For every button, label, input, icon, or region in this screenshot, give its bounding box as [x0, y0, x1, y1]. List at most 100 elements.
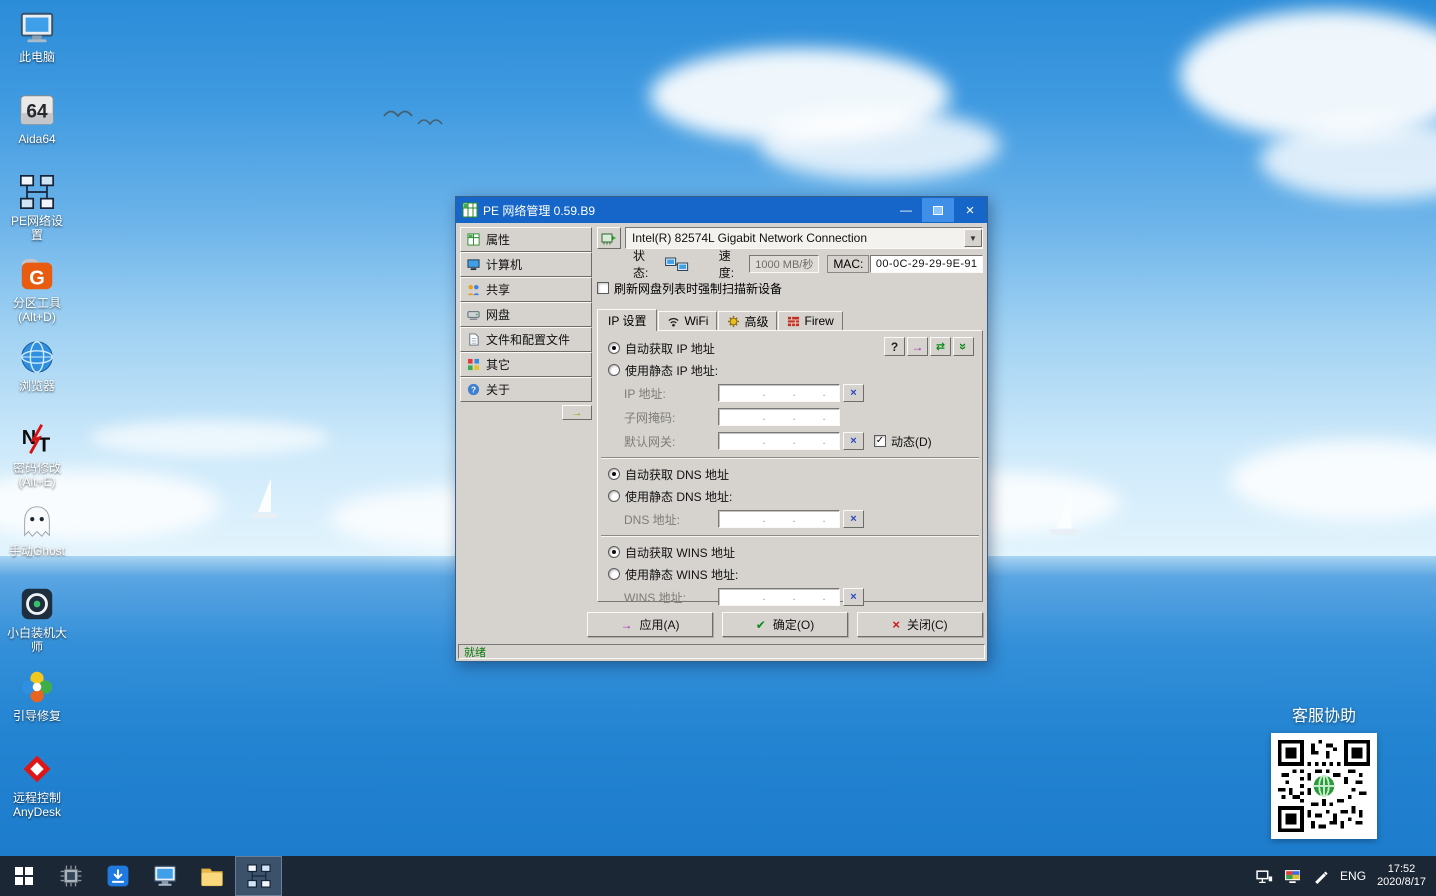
tab-firewall[interactable]: Firew	[778, 311, 842, 330]
subnet-mask-label: 子网掩码:	[598, 409, 718, 426]
desktop-icon-partition-tool[interactable]: 分区工具(Alt+D)	[6, 254, 68, 324]
nt-password-icon	[17, 419, 57, 459]
force-scan-checkbox[interactable]: ✓	[597, 282, 609, 294]
adapter-refresh-button[interactable]	[597, 227, 621, 249]
auto-wins-radio[interactable]	[608, 546, 620, 558]
clear-dns-button[interactable]: ×	[843, 510, 864, 528]
clear-gateway-button[interactable]: ×	[843, 432, 864, 450]
adapter-panel: Intel(R) 82574L Gigabit Network Connecti…	[597, 227, 983, 602]
auto-dns-radio[interactable]	[608, 468, 620, 480]
clear-wins-button[interactable]: ×	[843, 588, 864, 606]
page-toolbar: ? → ⇄ »	[884, 337, 974, 356]
force-scan-label: 刷新网盘列表时强制扫描新设备	[614, 280, 782, 297]
chevron-down-icon[interactable]: ▼	[964, 229, 982, 247]
sidebar-item-label: 计算机	[486, 256, 522, 273]
window-titlebar[interactable]: PE 网络管理 0.59.B9 — ×	[456, 197, 987, 223]
sidebar-item-label: 属性	[486, 231, 510, 248]
sidebar-item-other[interactable]: 其它	[460, 352, 592, 377]
sailboat	[258, 478, 278, 518]
static-wins-radio[interactable]	[608, 568, 620, 580]
desktop-icon-browser[interactable]: 浏览器	[6, 337, 68, 393]
sidebar-item-about[interactable]: 关于	[460, 377, 592, 402]
sidebar-item-label: 共享	[486, 281, 510, 298]
taskbar-app-explorer[interactable]	[188, 856, 235, 896]
taskbar-clock[interactable]: 17:52 2020/8/17	[1377, 863, 1426, 889]
tab-label: Firew	[804, 314, 833, 328]
apply-button[interactable]: → 应用(A)	[587, 612, 713, 637]
close-dialog-button[interactable]: × 关闭(C)	[857, 612, 983, 637]
taskbar-app-network-manager[interactable]	[235, 856, 282, 896]
close-button[interactable]: ×	[954, 198, 986, 222]
document-icon	[467, 333, 480, 346]
desktop-icon-pe-network[interactable]: PE网络设置	[6, 172, 68, 242]
monitor-icon	[467, 258, 480, 271]
wins-address-field[interactable]	[718, 588, 840, 606]
clear-ip-button[interactable]: ×	[843, 384, 864, 402]
apply-button-label: 应用(A)	[640, 616, 680, 633]
sidebar-item-properties[interactable]: 属性	[460, 227, 592, 252]
dynamic-label: 动态(D)	[891, 433, 932, 450]
expand-button[interactable]: »	[953, 337, 974, 356]
tab-advanced[interactable]: 高级	[718, 311, 777, 330]
status-label: 状态:	[633, 247, 660, 281]
separator	[601, 535, 979, 537]
start-button[interactable]	[0, 856, 47, 896]
desktop-icon-ghost[interactable]: 手动Ghost	[6, 502, 68, 558]
static-dns-radio[interactable]	[608, 490, 620, 502]
desktop-icon-this-pc[interactable]: 此电脑	[6, 8, 68, 64]
desktop-icon-password-edit[interactable]: 密码修改(Alt+E)	[6, 419, 68, 489]
nic-icon	[601, 230, 617, 246]
ok-button[interactable]: ✔ 确定(O)	[722, 612, 848, 637]
help-button[interactable]: ?	[884, 337, 905, 356]
taskbar-app-installer[interactable]	[94, 856, 141, 896]
mac-value: 00-0C-29-29-9E-91	[870, 255, 983, 273]
auto-dns-label: 自动获取 DNS 地址	[625, 466, 729, 483]
arrow-icon: →	[621, 618, 633, 632]
tray-network-icon[interactable]	[1256, 868, 1273, 885]
desktop-icon-label: 小白装机大师	[6, 626, 68, 654]
dynamic-checkbox[interactable]: ✓	[874, 435, 886, 447]
computer-icon	[17, 8, 57, 48]
tray-pen-icon[interactable]	[1312, 868, 1329, 885]
adapter-select[interactable]: Intel(R) 82574L Gigabit Network Connecti…	[625, 227, 983, 249]
tab-wifi[interactable]: WiFi	[658, 311, 717, 330]
tray-display-color-icon[interactable]	[1284, 868, 1301, 885]
clock-date: 2020/8/17	[1377, 876, 1426, 889]
sidebar-item-label: 其它	[486, 356, 510, 373]
ip-address-label: IP 地址:	[598, 385, 718, 402]
sidebar-item-netdisk[interactable]: 网盘	[460, 302, 592, 327]
apply-quick-button[interactable]: →	[907, 337, 928, 356]
pe-network-manager-window: PE 网络管理 0.59.B9 — × 属性 计算机 共享 网盘	[455, 196, 988, 662]
language-indicator[interactable]: ENG	[1340, 869, 1366, 883]
auto-ip-radio[interactable]	[608, 342, 620, 354]
adapter-name: Intel(R) 82574L Gigabit Network Connecti…	[632, 231, 867, 245]
ip-address-field[interactable]	[718, 384, 840, 402]
static-ip-label: 使用静态 IP 地址:	[625, 362, 718, 379]
sidebar-item-files-profiles[interactable]: 文件和配置文件	[460, 327, 592, 352]
sidebar-expand-button[interactable]: →	[562, 405, 592, 420]
subnet-mask-field[interactable]	[718, 408, 840, 426]
status-bar: 就绪	[458, 644, 985, 659]
desktop-icon-anydesk[interactable]: 远程控制AnyDesk	[6, 749, 68, 819]
refresh-button[interactable]: ⇄	[930, 337, 951, 356]
dns-address-field[interactable]	[718, 510, 840, 528]
desktop-icon-xiaobai[interactable]: 小白装机大师	[6, 584, 68, 654]
sidebar-item-share[interactable]: 共享	[460, 277, 592, 302]
desktop-icon-aida64[interactable]: Aida64	[6, 90, 68, 146]
sidebar-item-computer[interactable]: 计算机	[460, 252, 592, 277]
minimize-button[interactable]: —	[890, 198, 922, 222]
desktop-icon-label: 远程控制AnyDesk	[6, 791, 68, 819]
taskbar-app-cpu[interactable]	[47, 856, 94, 896]
desktop-icon-boot-repair[interactable]: 引导修复	[6, 667, 68, 723]
network-diagram-icon	[17, 172, 57, 212]
static-dns-label: 使用静态 DNS 地址:	[625, 488, 732, 505]
desktop-icon-label: 分区工具(Alt+D)	[6, 296, 68, 324]
maximize-button[interactable]	[922, 198, 954, 222]
sidebar-item-label: 关于	[486, 381, 510, 398]
tab-ip-settings[interactable]: IP 设置	[597, 309, 657, 331]
gateway-field[interactable]	[718, 432, 840, 450]
windows-logo-icon	[15, 867, 33, 885]
cloud	[760, 110, 1000, 180]
static-ip-radio[interactable]	[608, 364, 620, 376]
taskbar-app-display[interactable]	[141, 856, 188, 896]
